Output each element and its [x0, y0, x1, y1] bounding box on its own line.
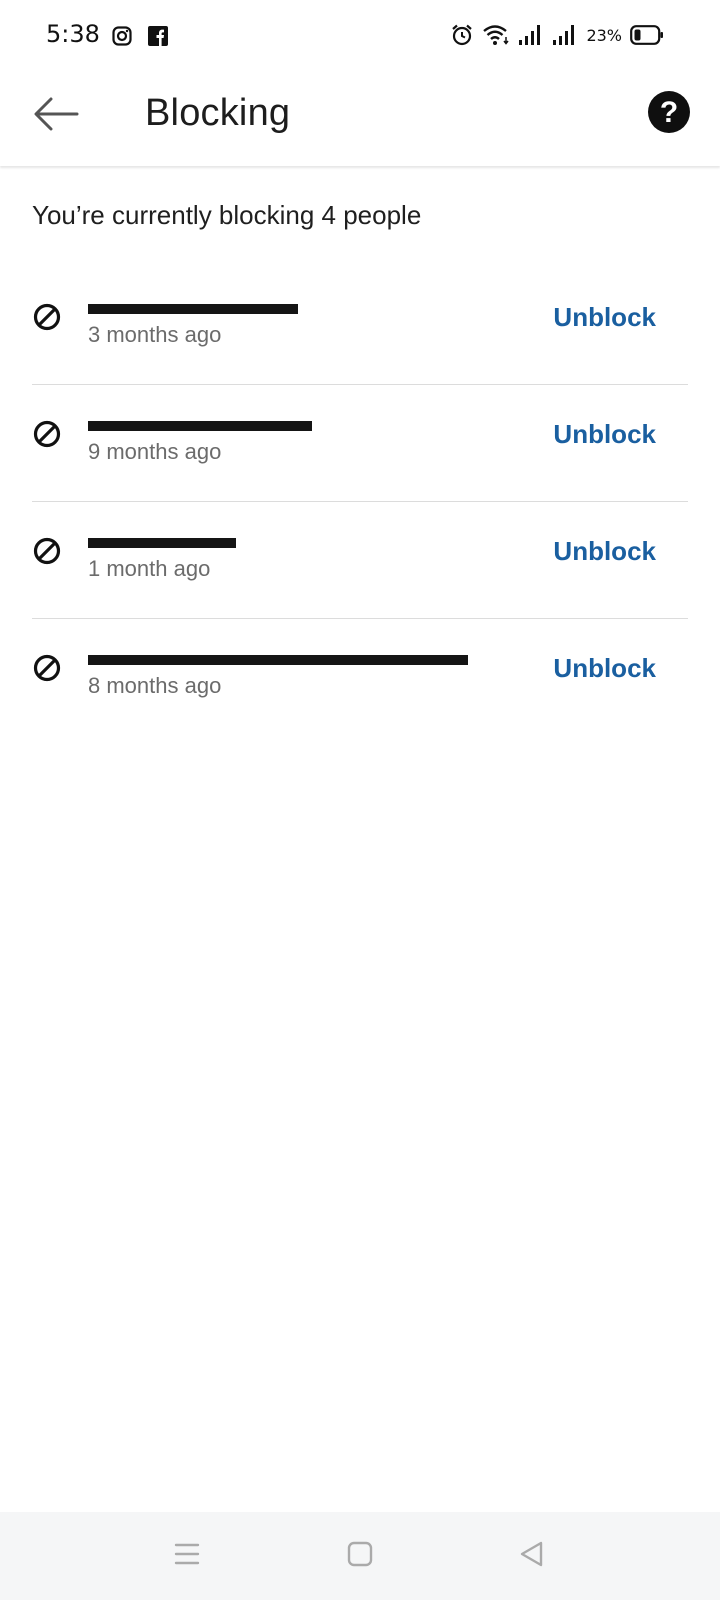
blocked-user-row: 9 months ago Unblock	[32, 385, 688, 502]
status-icons: 23%	[450, 20, 664, 50]
home-button[interactable]	[340, 1534, 380, 1574]
status-bar: 5:38 23%	[0, 0, 720, 70]
status-time: 5:38	[46, 20, 100, 48]
blocked-time: 8 months ago	[88, 673, 222, 698]
system-nav-bar	[0, 1512, 720, 1600]
signal-icon	[553, 25, 575, 45]
blocking-summary: You’re currently blocking 4 people	[32, 200, 422, 230]
instagram-icon	[112, 26, 132, 46]
blocked-user-row: 8 months ago Unblock	[32, 619, 688, 736]
user-name-redacted	[88, 655, 468, 665]
blocked-users-list: 3 months ago Unblock 9 months ago Unbloc…	[32, 268, 688, 736]
recent-apps-button[interactable]	[167, 1534, 207, 1574]
menu-icon	[174, 1543, 200, 1565]
help-button[interactable]: ?	[648, 91, 690, 133]
arrow-left-icon	[34, 97, 79, 131]
block-icon	[33, 303, 61, 331]
help-circle-icon: ?	[659, 95, 679, 129]
alarm-icon	[452, 24, 473, 46]
signal-icon	[519, 25, 541, 45]
unblock-button[interactable]: Unblock	[553, 302, 656, 333]
app-header: Blocking ?	[0, 70, 720, 166]
unblock-button[interactable]: Unblock	[553, 419, 656, 450]
blocked-user-row: 1 month ago Unblock	[32, 502, 688, 619]
page-title: Blocking	[145, 92, 291, 134]
battery-percent: 23%	[586, 25, 622, 45]
user-name-redacted	[88, 538, 236, 548]
battery-icon	[630, 25, 663, 45]
blocked-time: 9 months ago	[88, 439, 222, 464]
facebook-icon	[148, 26, 168, 46]
blocked-time: 1 month ago	[88, 556, 211, 581]
user-name-redacted	[88, 304, 298, 314]
unblock-button[interactable]: Unblock	[553, 653, 656, 684]
user-name-redacted	[88, 421, 312, 431]
unblock-button[interactable]: Unblock	[553, 536, 656, 567]
wifi-icon	[483, 25, 510, 45]
block-icon	[33, 420, 61, 448]
blocked-user-row: 3 months ago Unblock	[32, 268, 688, 385]
blocked-time: 3 months ago	[88, 322, 222, 347]
block-icon	[33, 537, 61, 565]
back-nav-button[interactable]	[512, 1534, 552, 1574]
back-button[interactable]	[28, 90, 84, 138]
home-square-icon	[347, 1541, 373, 1567]
block-icon	[33, 654, 61, 682]
back-triangle-icon	[520, 1541, 543, 1567]
